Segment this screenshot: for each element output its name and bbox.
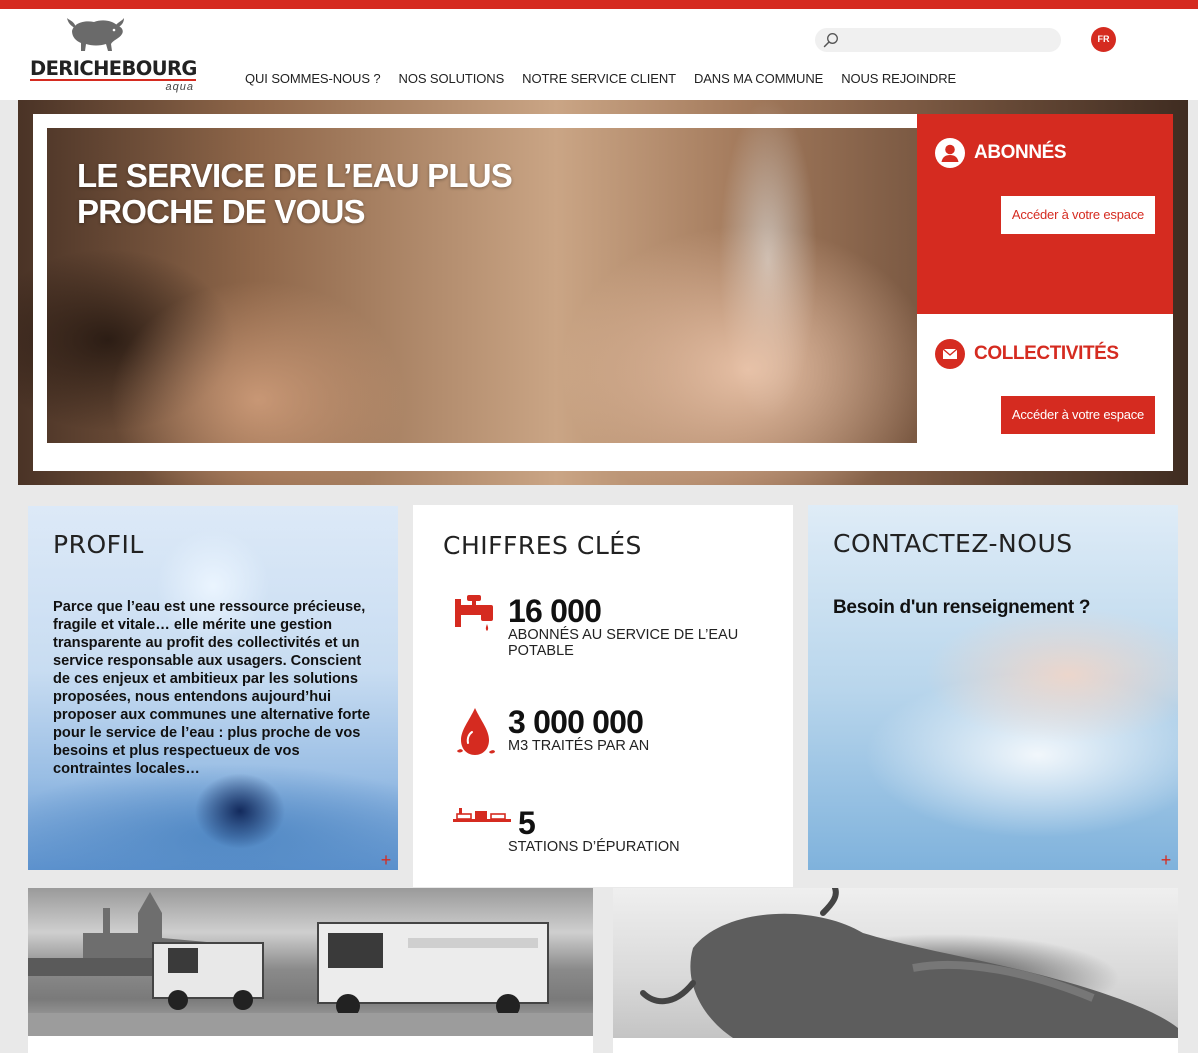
card-caption-strip: [28, 1036, 593, 1053]
water-drop-icon: [457, 708, 495, 755]
derichebourg-logo[interactable]: DERICHEBOURG aqua: [28, 17, 200, 97]
collectivites-header: COLLECTIVITÉS: [935, 339, 1119, 369]
bull-sculpture-image: [640, 888, 1178, 1038]
abonnes-panel: ABONNÉS Accéder à votre espace: [917, 114, 1173, 314]
contact-title: CONTACTEZ-NOUS: [833, 529, 1073, 558]
access-panels: ABONNÉS Accéder à votre espace COLLECTIV…: [917, 114, 1173, 457]
key-figure-value: 3 000 000: [508, 704, 644, 740]
collectivites-panel: COLLECTIVITÉS Accéder à votre espace: [917, 314, 1173, 457]
street-sweepers-photo[interactable]: [28, 888, 593, 1036]
abonnes-header: ABONNÉS: [935, 138, 1067, 168]
user-icon: [935, 138, 965, 168]
hero-title-line-1: LE SERVICE DE L’EAU PLUS: [77, 157, 513, 194]
chiffres-cles-card: CHIFFRES CLÉS 16 000 ABONNÉS AU SERVICE …: [413, 505, 793, 887]
language-selector[interactable]: FR: [1091, 27, 1116, 52]
contact-card[interactable]: CONTACTEZ-NOUS Besoin d'un renseignement…: [808, 505, 1178, 870]
collectivites-access-button[interactable]: Accéder à votre espace: [1001, 396, 1155, 434]
key-figure-value: 5: [518, 805, 536, 841]
card-caption-strip: [613, 1038, 1178, 1053]
profil-title: PROFIL: [53, 530, 144, 559]
chiffres-title: CHIFFRES CLÉS: [443, 531, 642, 560]
nav-nos-solutions[interactable]: NOS SOLUTIONS: [399, 71, 505, 89]
hero-frame-bottom: [33, 457, 1173, 471]
street-sweepers-image: [28, 892, 593, 1036]
key-figure-value: 16 000: [508, 593, 602, 629]
key-figure-volume: 3 000 000 M3 TRAITÉS PAR AN: [508, 706, 758, 754]
brand-name: DERICHEBOURG: [30, 57, 197, 80]
search-icon[interactable]: [823, 32, 839, 48]
profil-card[interactable]: PROFIL Parce que l’eau est une ressource…: [28, 506, 398, 870]
main-nav: QUI SOMMES-NOUS ? NOS SOLUTIONS NOTRE SE…: [245, 71, 974, 89]
contact-text: Besoin d'un renseignement ?: [833, 597, 1091, 618]
key-figure-subscribers: 16 000 ABONNÉS AU SERVICE DE L’EAU POTAB…: [508, 595, 758, 659]
profil-text: Parce que l’eau est une ressource précie…: [53, 599, 371, 777]
treatment-plant-icon: [453, 808, 511, 822]
top-accent-bar: [0, 0, 1198, 9]
nav-nous-rejoindre[interactable]: NOUS REJOINDRE: [841, 71, 956, 89]
abonnes-title: ABONNÉS: [974, 142, 1067, 163]
key-figure-stations: 5 STATIONS D’ÉPURATION: [508, 807, 758, 855]
search-input[interactable]: [845, 31, 1050, 49]
nav-dans-ma-commune[interactable]: DANS MA COMMUNE: [694, 71, 823, 89]
brand-sub: aqua: [165, 81, 194, 93]
key-figure-label: ABONNÉS AU SERVICE DE L’EAU POTABLE: [508, 627, 739, 659]
envelope-icon: [935, 339, 965, 369]
collectivites-title: COLLECTIVITÉS: [974, 343, 1119, 364]
site-header: DERICHEBOURG aqua FR QUI SOMMES-NOUS ? N…: [0, 9, 1198, 100]
contact-more-icon[interactable]: +: [1158, 851, 1174, 869]
hero-title-line-2: PROCHE DE VOUS: [77, 193, 365, 230]
key-figure-label: STATIONS D’ÉPURATION: [508, 839, 680, 855]
key-figure-label: M3 TRAITÉS PAR AN: [508, 738, 650, 754]
sculpture-photo[interactable]: [613, 888, 1178, 1038]
profil-more-icon[interactable]: +: [378, 851, 394, 869]
nav-notre-service-client[interactable]: NOTRE SERVICE CLIENT: [522, 71, 676, 89]
bull-logo-icon: [67, 18, 124, 51]
abonnes-access-button[interactable]: Accéder à votre espace: [1001, 196, 1155, 234]
hero-banner: LE SERVICE DE L’EAU PLUS PROCHE DE VOUS …: [18, 100, 1188, 485]
faucet-icon: [455, 595, 493, 631]
search-bar: [815, 28, 1061, 52]
hero-title: LE SERVICE DE L’EAU PLUS PROCHE DE VOUS: [77, 157, 513, 230]
nav-qui-sommes-nous[interactable]: QUI SOMMES-NOUS ?: [245, 71, 381, 89]
